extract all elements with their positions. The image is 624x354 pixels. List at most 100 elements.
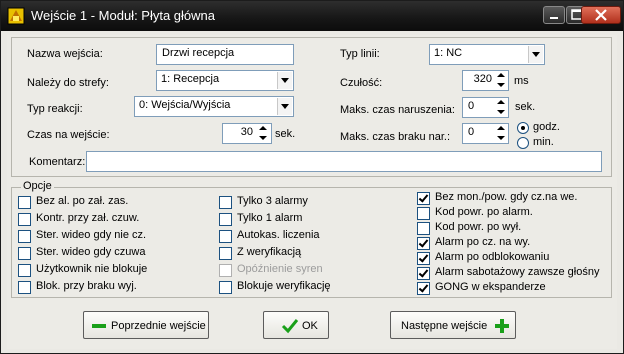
- checkbox-checked-icon[interactable]: [417, 282, 430, 295]
- line-type-select[interactable]: 1: NC: [429, 44, 545, 65]
- option-label: Blokuje weryfikację: [237, 280, 331, 292]
- spin-up-icon[interactable]: [495, 124, 507, 133]
- checkbox-icon[interactable]: [219, 264, 232, 277]
- option-label: Kod powr. po wył.: [435, 221, 522, 233]
- checkbox-checked-icon[interactable]: [417, 237, 430, 250]
- entry-time-unit: sek.: [275, 128, 296, 140]
- comment-field[interactable]: [86, 151, 602, 172]
- spin-down-icon[interactable]: [257, 134, 269, 143]
- plus-icon: [495, 319, 509, 333]
- checkbox-icon[interactable]: [219, 213, 232, 226]
- max-no-violation-value: 0: [468, 126, 475, 138]
- close-button[interactable]: [581, 6, 621, 24]
- spin-up-icon[interactable]: [257, 124, 269, 133]
- line-type-label: Typ linii:: [340, 48, 380, 60]
- next-input-label: Następne wejście: [401, 320, 488, 332]
- radio-icon: [517, 137, 529, 149]
- option-label: Użytkownik nie blokuje: [36, 263, 148, 275]
- checkbox-checked-icon[interactable]: [417, 252, 430, 265]
- ok-button[interactable]: OK: [263, 311, 329, 339]
- chevron-down-icon[interactable]: [277, 98, 292, 115]
- max-no-violation-label: Maks. czas braku nar.:: [340, 131, 451, 143]
- zone-label: Należy do strefy:: [27, 77, 109, 89]
- title-bar[interactable]: Wejście 1 - Moduł: Płyta główna: [1, 1, 623, 31]
- option-label: Autokas. liczenia: [237, 229, 320, 241]
- option-label: Z weryfikacją: [237, 246, 302, 258]
- max-no-violation-field[interactable]: 0: [462, 123, 509, 144]
- spin-down-icon[interactable]: [495, 81, 507, 90]
- checkbox-checked-icon[interactable]: [417, 267, 430, 280]
- max-violation-spinner[interactable]: [495, 98, 507, 117]
- close-icon: [595, 9, 607, 21]
- max-violation-unit: sek.: [515, 101, 536, 113]
- sensitivity-field[interactable]: 320: [462, 70, 509, 91]
- options-title: Opcje: [21, 180, 54, 192]
- option-label: Kod powr. po alarm.: [435, 206, 533, 218]
- checkbox-icon[interactable]: [18, 196, 31, 209]
- checkbox-icon[interactable]: [18, 230, 31, 243]
- input-name-label: Nazwa wejścia:: [27, 48, 103, 60]
- chevron-down-icon[interactable]: [528, 46, 543, 63]
- zone-select[interactable]: 1: Recepcja: [156, 70, 294, 91]
- checkbox-icon[interactable]: [219, 281, 232, 294]
- zone-select-value: 1: Recepcja: [161, 73, 220, 85]
- spin-down-icon[interactable]: [495, 108, 507, 117]
- checkbox-icon[interactable]: [18, 264, 31, 277]
- option-label: Alarm sabotażowy zawsze głośny: [435, 266, 600, 278]
- line-type-value: 1: NC: [434, 47, 463, 59]
- next-input-button[interactable]: Następne wejście: [390, 311, 516, 339]
- checkbox-checked-icon[interactable]: [417, 192, 430, 205]
- spin-down-icon[interactable]: [495, 134, 507, 143]
- sensitivity-value: 320: [473, 73, 492, 85]
- app-icon: [7, 7, 25, 25]
- minimize-icon: [550, 17, 558, 19]
- spin-up-icon[interactable]: [495, 98, 507, 107]
- sensitivity-label: Czułość:: [340, 77, 383, 89]
- checkbox-icon[interactable]: [219, 230, 232, 243]
- entry-time-label: Czas na wejście:: [27, 129, 110, 141]
- comment-label: Komentarz:: [29, 156, 86, 168]
- checkbox-icon[interactable]: [417, 222, 430, 235]
- checkbox-icon[interactable]: [417, 207, 430, 220]
- max-violation-value: 0: [468, 100, 475, 112]
- option-label: GONG w ekspanderze: [435, 281, 546, 293]
- checkbox-icon[interactable]: [18, 213, 31, 226]
- option-label: Tylko 1 alarm: [237, 212, 303, 224]
- option-label: Blok. przy braku wyj.: [36, 280, 137, 292]
- checkmark-icon: [281, 319, 299, 334]
- option-label: Tylko 3 alarmy: [237, 195, 308, 207]
- option-label: Alarm po odblokowaniu: [435, 251, 550, 263]
- input-name-field[interactable]: Drzwi recepcja: [156, 44, 294, 65]
- dialog-window: Wejście 1 - Moduł: Płyta główna Nazwa we…: [0, 0, 624, 354]
- max-no-violation-spinner[interactable]: [495, 124, 507, 143]
- reaction-type-value: 0: Wejścia/Wyjścia: [139, 99, 231, 111]
- option-label: Bez al. po zał. zas.: [36, 195, 129, 207]
- reaction-type-select[interactable]: 0: Wejścia/Wyjścia: [134, 96, 294, 117]
- window-title: Wejście 1 - Moduł: Płyta główna: [31, 8, 216, 23]
- dialog-content: Nazwa wejścia: Drzwi recepcja Należy do …: [7, 35, 617, 349]
- option-label: Ster. wideo gdy nie cz.: [36, 229, 147, 241]
- entry-time-spinner[interactable]: [257, 124, 269, 143]
- checkbox-icon[interactable]: [219, 196, 232, 209]
- option-label: Ster. wideo gdy czuwa: [36, 246, 146, 258]
- minus-icon: [92, 324, 106, 328]
- option-label: Alarm po cz. na wy.: [435, 236, 531, 248]
- reaction-type-label: Typ reakcji:: [27, 103, 83, 115]
- minimize-button[interactable]: [543, 6, 565, 24]
- checkbox-icon[interactable]: [219, 247, 232, 260]
- sensitivity-unit: ms: [514, 75, 529, 87]
- checkbox-icon[interactable]: [18, 247, 31, 260]
- unit-hours-label: godz.: [533, 121, 560, 133]
- max-violation-label: Maks. czas naruszenia:: [340, 104, 455, 116]
- max-violation-field[interactable]: 0: [462, 97, 509, 118]
- chevron-down-icon[interactable]: [277, 72, 292, 89]
- entry-time-field[interactable]: 30: [222, 123, 272, 144]
- checkbox-icon[interactable]: [18, 281, 31, 294]
- previous-input-label: Poprzednie wejście: [111, 320, 206, 332]
- spin-up-icon[interactable]: [495, 71, 507, 80]
- previous-input-button[interactable]: Poprzednie wejście: [83, 311, 209, 339]
- option-label: Kontr. przy zał. czuw.: [36, 212, 140, 224]
- option-label: Bez mon./pow. gdy cz.na we.: [435, 191, 578, 203]
- sensitivity-spinner[interactable]: [495, 71, 507, 90]
- unit-minutes-label: min.: [533, 136, 554, 148]
